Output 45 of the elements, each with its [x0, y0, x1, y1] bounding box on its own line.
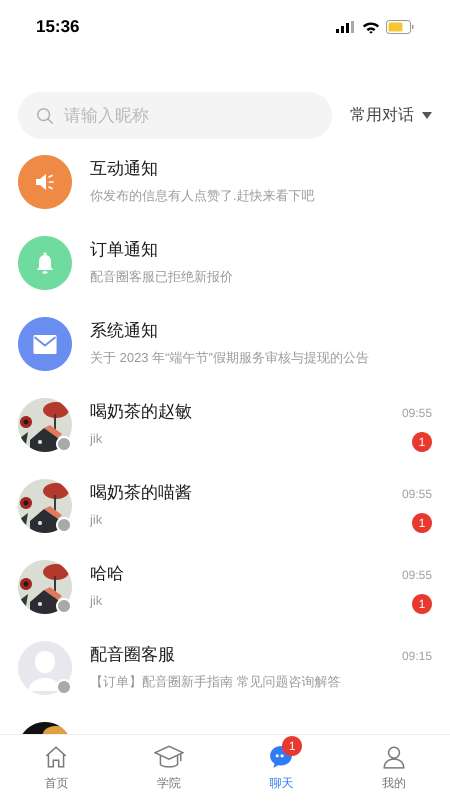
conversation-title: 喝奶茶的喵酱	[90, 482, 193, 504]
filter-dropdown[interactable]: 常用对话	[350, 104, 432, 128]
battery-icon	[386, 20, 414, 34]
conversation-title: 配音圈客服	[90, 644, 176, 666]
message-time: 09:15	[402, 648, 432, 665]
message-time: 09:55	[402, 486, 432, 503]
unread-badge: 1	[412, 594, 432, 614]
conversation-item[interactable]: 配音圈客服 【订单】配音圈新手指南 常见问题咨询解答 09:15	[0, 637, 450, 718]
caret-icon	[422, 112, 432, 119]
status-time: 15:36	[36, 16, 80, 38]
conversation-preview: 配音圈客服已拒绝新报价	[90, 268, 234, 286]
conversation-title: 系统通知	[90, 320, 159, 342]
tab-badge: 1	[282, 736, 302, 756]
conversation-title: 订单通知	[90, 239, 159, 261]
person-icon	[380, 744, 407, 770]
conversation-title: 喝奶茶的赵敏	[90, 401, 193, 423]
conversation-item[interactable]: 订单通知 配音圈客服已拒绝新报价	[0, 232, 450, 313]
conversation-item[interactable]: 互动通知 你发布的信息有人点赞了.赶快来看下吧	[0, 151, 450, 232]
graduation-cap-icon	[154, 744, 184, 770]
mail-icon	[32, 334, 58, 354]
tab-item[interactable]: 首页	[0, 735, 112, 801]
wifi-icon	[362, 20, 380, 34]
conversation-preview: 关于 2023 年“端午节”假期服务审核与提现的公告	[90, 349, 370, 367]
conversation-item[interactable]: 喝奶茶的喵酱 jik 09:55 1	[0, 475, 450, 556]
signal-icon	[336, 21, 356, 33]
search-input[interactable]: 请输入昵称	[64, 102, 314, 128]
search-field[interactable]: 请输入昵称	[18, 92, 332, 139]
search-icon	[36, 106, 54, 124]
conversation-preview: jik	[90, 430, 104, 448]
unread-badge: 1	[412, 513, 432, 533]
conversation-preview: jik	[90, 592, 104, 610]
conversation-item[interactable]: 哈哈 jik 09:55 1	[0, 556, 450, 637]
tab-item[interactable]: 学院	[112, 735, 225, 801]
conversation-preview: 你发布的信息有人点赞了.赶快来看下吧	[90, 187, 316, 205]
unread-badge: 1	[412, 432, 432, 452]
conversation-title: 互动通知	[90, 158, 159, 180]
tab-item[interactable]: 1 聊天	[225, 735, 338, 801]
message-time: 09:55	[402, 567, 432, 584]
conversation-title: 哈哈	[90, 563, 125, 585]
message-time: 09:55	[402, 405, 432, 422]
conversation-item[interactable]: 喝奶茶的赵敏 jik 09:55 1	[0, 394, 450, 475]
conversation-preview: 【订单】配音圈新手指南 常见问题咨询解答	[90, 673, 342, 691]
tab-item[interactable]: 我的	[338, 735, 450, 801]
conversation-preview: jik	[90, 511, 104, 529]
conversation-item[interactable]: 系统通知 关于 2023 年“端午节”假期服务审核与提现的公告	[0, 313, 450, 394]
